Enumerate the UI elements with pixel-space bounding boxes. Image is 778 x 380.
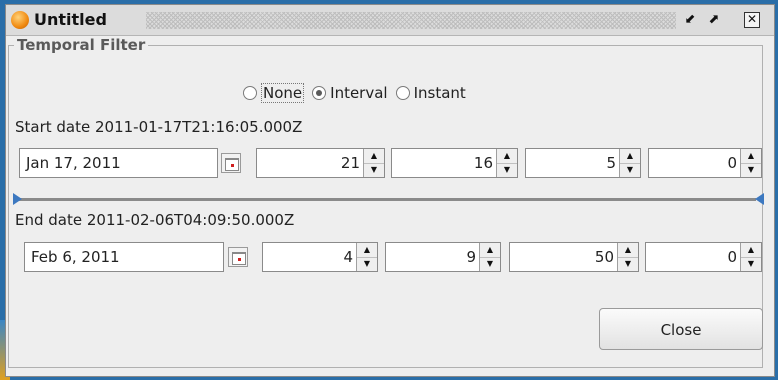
spin-down-icon[interactable]: ▼ xyxy=(364,163,384,177)
end-hour-spin-buttons[interactable]: ▲ ▼ xyxy=(356,243,377,271)
spin-up-icon[interactable]: ▲ xyxy=(480,243,500,258)
start-millis-spinner[interactable]: 0 ▲ ▼ xyxy=(648,148,762,178)
radio-none-label[interactable]: None xyxy=(261,83,305,103)
title-bar[interactable]: Untitled ⬋ ⬈ ✕ xyxy=(6,5,774,36)
minimize-icon[interactable]: ⬋ xyxy=(681,11,699,29)
spin-down-icon[interactable]: ▼ xyxy=(620,163,640,177)
end-date-label: End date 2011-02-06T04:09:50.000Z xyxy=(15,211,295,229)
end-minute-value[interactable]: 9 xyxy=(466,248,476,266)
spin-up-icon[interactable]: ▲ xyxy=(741,149,761,164)
spin-up-icon[interactable]: ▲ xyxy=(620,149,640,164)
start-hour-value[interactable]: 21 xyxy=(341,154,360,172)
radio-interval[interactable]: Interval xyxy=(312,84,388,102)
start-minute-spin-buttons[interactable]: ▲ ▼ xyxy=(496,149,517,177)
spin-up-icon[interactable]: ▲ xyxy=(497,149,517,164)
end-minute-spin-buttons[interactable]: ▲ ▼ xyxy=(479,243,500,271)
spin-down-icon[interactable]: ▼ xyxy=(618,257,638,271)
start-millis-value[interactable]: 0 xyxy=(727,154,737,172)
start-date-label: Start date 2011-01-17T21:16:05.000Z xyxy=(15,118,303,136)
start-second-spinner[interactable]: 5 ▲ ▼ xyxy=(525,148,641,178)
start-second-value[interactable]: 5 xyxy=(606,154,616,172)
spin-down-icon[interactable]: ▼ xyxy=(497,163,517,177)
start-second-spin-buttons[interactable]: ▲ ▼ xyxy=(619,149,640,177)
app-logo-icon xyxy=(11,11,29,29)
filter-mode-radio-group: None Interval Instant xyxy=(243,82,474,104)
spin-up-icon[interactable]: ▲ xyxy=(741,243,761,258)
end-calendar-icon[interactable] xyxy=(228,247,248,267)
end-hour-value[interactable]: 4 xyxy=(343,248,353,266)
close-window-icon[interactable]: ✕ xyxy=(744,12,760,28)
start-calendar-icon[interactable] xyxy=(221,153,241,173)
window-title: Untitled xyxy=(34,10,107,29)
start-millis-spin-buttons[interactable]: ▲ ▼ xyxy=(740,149,761,177)
spin-down-icon[interactable]: ▼ xyxy=(357,257,377,271)
range-start-thumb[interactable] xyxy=(13,193,22,205)
radio-instant[interactable]: Instant xyxy=(395,84,466,102)
end-hour-spinner[interactable]: 4 ▲ ▼ xyxy=(262,242,378,272)
radio-interval-label[interactable]: Interval xyxy=(330,84,387,102)
spin-up-icon[interactable]: ▲ xyxy=(618,243,638,258)
end-millis-spinner[interactable]: 0 ▲ ▼ xyxy=(645,242,762,272)
start-hour-spin-buttons[interactable]: ▲ ▼ xyxy=(363,149,384,177)
spin-down-icon[interactable]: ▼ xyxy=(480,257,500,271)
radio-none[interactable]: None xyxy=(243,83,305,103)
panel-legend: Temporal Filter xyxy=(14,36,149,54)
end-millis-spin-buttons[interactable]: ▲ ▼ xyxy=(740,243,761,271)
radio-instant-circle[interactable] xyxy=(395,86,410,100)
radio-instant-label[interactable]: Instant xyxy=(414,84,466,102)
spin-up-icon[interactable]: ▲ xyxy=(357,243,377,258)
title-bar-grip[interactable] xyxy=(146,12,676,29)
spin-down-icon[interactable]: ▼ xyxy=(741,257,761,271)
start-hour-spinner[interactable]: 21 ▲ ▼ xyxy=(256,148,385,178)
end-minute-spinner[interactable]: 9 ▲ ▼ xyxy=(385,242,501,272)
end-second-value[interactable]: 50 xyxy=(595,248,614,266)
radio-none-circle[interactable] xyxy=(243,86,257,100)
start-date-input[interactable]: Jan 17, 2011 xyxy=(19,148,218,178)
end-second-spin-buttons[interactable]: ▲ ▼ xyxy=(617,243,638,271)
radio-interval-circle[interactable] xyxy=(312,86,327,100)
start-minute-spinner[interactable]: 16 ▲ ▼ xyxy=(391,148,518,178)
spin-up-icon[interactable]: ▲ xyxy=(364,149,384,164)
end-millis-value[interactable]: 0 xyxy=(727,248,737,266)
range-end-thumb[interactable] xyxy=(755,193,764,205)
time-range-slider[interactable] xyxy=(16,198,756,201)
spin-down-icon[interactable]: ▼ xyxy=(741,163,761,177)
close-button[interactable]: Close xyxy=(599,308,763,350)
start-minute-value[interactable]: 16 xyxy=(474,154,493,172)
end-date-input[interactable]: Feb 6, 2011 xyxy=(24,242,224,272)
maximize-icon[interactable]: ⬈ xyxy=(705,11,723,29)
end-second-spinner[interactable]: 50 ▲ ▼ xyxy=(509,242,639,272)
